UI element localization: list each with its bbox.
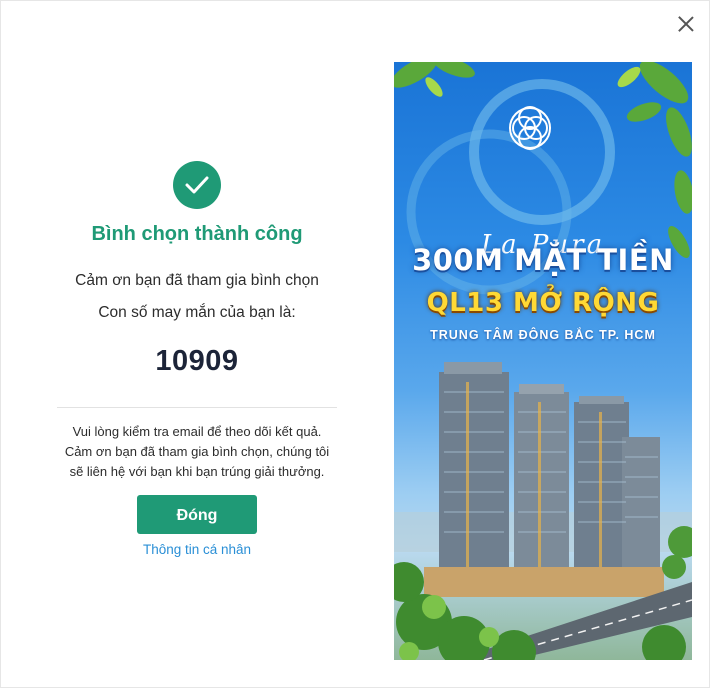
ad-banner[interactable]: La Pura 300M MẶT TIỀN QL13 MỞ RỘNG TRUNG… <box>394 62 692 660</box>
banner-subheadline: QL13 MỞ RỘNG <box>426 288 660 318</box>
note-line: Vui lòng kiểm tra email để theo dõi kết … <box>72 424 322 439</box>
divider <box>57 407 337 408</box>
close-button[interactable]: Đóng <box>137 495 257 534</box>
banner-tagline: TRUNG TÂM ĐÔNG BẮC TP. HCM <box>430 328 656 342</box>
profile-link[interactable]: Thông tin cá nhân <box>57 542 337 557</box>
close-icon[interactable] <box>674 12 698 36</box>
info-note: Vui lòng kiểm tra email để theo dõi kết … <box>57 422 337 482</box>
lucky-number: 10909 <box>155 345 239 377</box>
check-circle-icon <box>173 161 221 209</box>
thanks-text: Cảm ơn bạn đã tham gia bình chọn <box>75 272 319 289</box>
banner-artwork <box>394 62 692 660</box>
banner-headline: 300M MẶT TIỀN <box>412 243 674 277</box>
success-dialog: Bình chọn thành công Cảm ơn bạn đã tham … <box>0 0 710 688</box>
success-title: Bình chọn thành công <box>91 223 303 245</box>
note-line: Cảm ơn bạn đã tham gia bình chọn, chúng … <box>64 444 330 459</box>
lucky-number-label: Con số may mắn của bạn là: <box>98 304 296 321</box>
note-line: sẽ liên hệ với bạn khi bạn trúng giải th… <box>69 464 325 479</box>
